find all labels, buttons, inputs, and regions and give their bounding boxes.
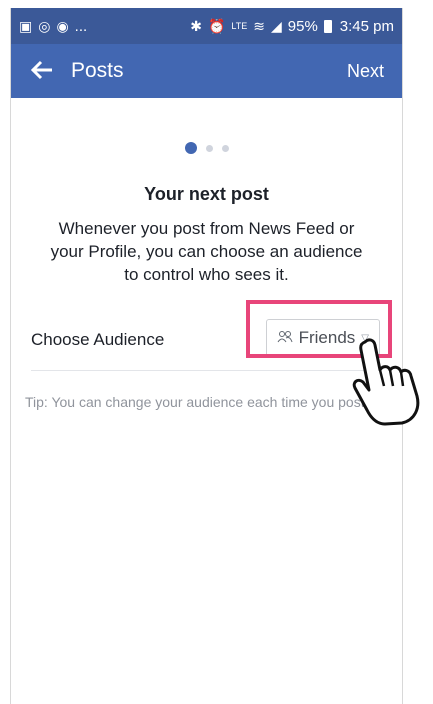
signal-icon: ◢ (270, 18, 282, 34)
pager-dot (205, 144, 213, 152)
pager-dots (11, 142, 402, 154)
status-bar: ▣ ◎ ◉ ... ✱ ⏰ LTE ≋ ◢ 95% 3:45 pm (11, 8, 402, 44)
whatsapp-icon: ◎ (38, 18, 51, 34)
messenger-icon: ◉ (56, 18, 69, 34)
section-heading: Your next post (144, 184, 269, 204)
battery-icon (323, 19, 332, 33)
pager-dot-active (184, 142, 197, 154)
app-bar-left: Posts (30, 58, 124, 84)
volte-icon: LTE (231, 20, 248, 31)
bluetooth-icon: ✱ (190, 18, 202, 34)
section-description: Whenever you post from News Feed or your… (50, 219, 363, 284)
phone-screen: ▣ ◎ ◉ ... ✱ ⏰ LTE ≋ ◢ 95% 3:45 pm Posts … (10, 8, 403, 704)
status-ellipsis: ... (74, 17, 88, 35)
image-icon: ▣ (19, 18, 33, 34)
back-arrow-svg (30, 60, 52, 80)
next-button[interactable]: Next (347, 61, 384, 82)
status-time: 3:45 pm (339, 17, 394, 35)
back-arrow-icon[interactable] (30, 58, 53, 84)
status-left: ▣ ◎ ◉ ... (19, 18, 87, 35)
wifi-icon: ≋ (253, 18, 265, 34)
choose-audience-label: Choose Audience (31, 330, 165, 349)
audience-row: Choose Audience Friends ▽ (31, 300, 392, 371)
battery-percent: 95% (287, 17, 318, 35)
app-bar: Posts Next (11, 44, 402, 98)
pointing-hand-icon (352, 338, 420, 426)
page-title: Posts (71, 59, 124, 82)
tip-text: Tip: You can change your audience each t… (25, 394, 369, 410)
status-right: ✱ ⏰ LTE ≋ ◢ 95% 3:45 pm (190, 18, 394, 35)
alarm-icon: ⏰ (207, 18, 226, 34)
pager-dot (221, 144, 229, 152)
